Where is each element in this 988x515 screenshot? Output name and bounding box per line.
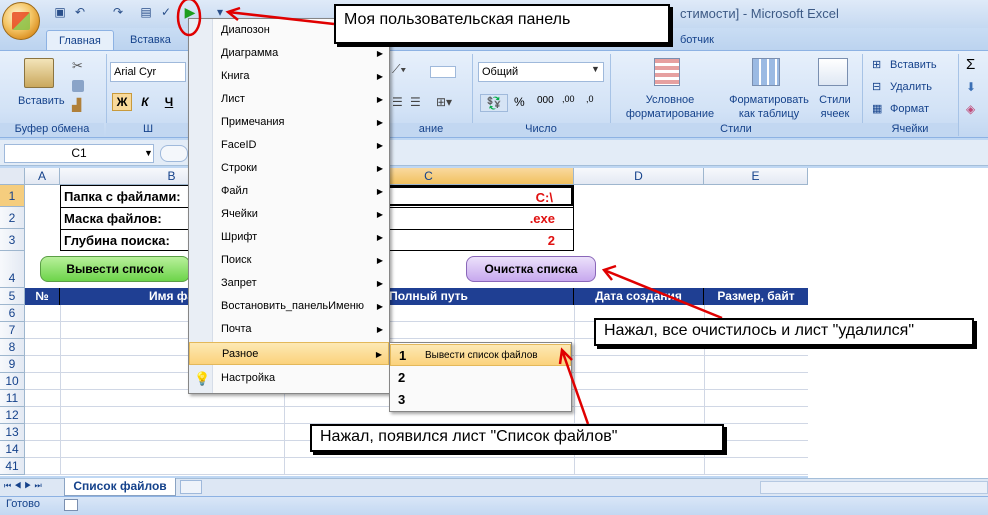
annotation-arrow xyxy=(227,10,335,26)
callout-panel: Моя пользовательская панель xyxy=(334,4,670,44)
highlight-ellipse xyxy=(176,0,202,37)
callout-list: Нажал, появился лист "Список файлов" xyxy=(310,424,724,452)
annotation-arrow xyxy=(560,349,590,425)
annotation-arrow xyxy=(603,268,723,320)
callout-clear: Нажал, все очистилось и лист "удалился" xyxy=(594,318,974,346)
